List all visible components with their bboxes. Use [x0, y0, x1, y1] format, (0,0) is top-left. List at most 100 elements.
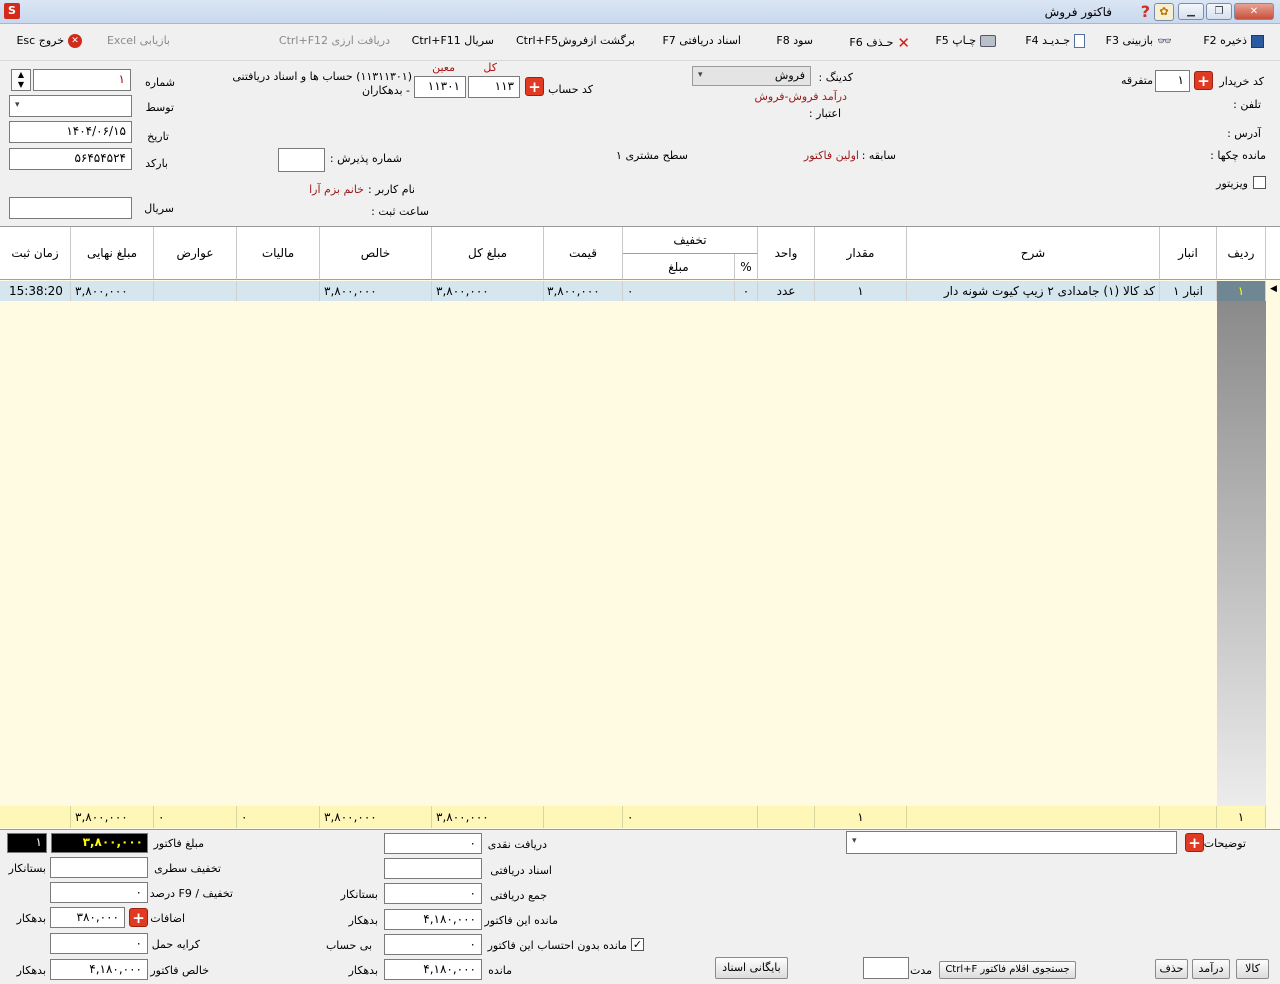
- print-button[interactable]: چـاپ F5: [935, 34, 996, 47]
- cell-warehouse[interactable]: انبار ۱: [1160, 281, 1217, 301]
- line-discount-field[interactable]: [50, 857, 148, 878]
- col-header-unit[interactable]: واحد: [758, 227, 815, 280]
- col-header-discount-percent[interactable]: %: [735, 254, 758, 280]
- cell-net[interactable]: ۳,۸۰۰,۰۰۰: [320, 281, 432, 301]
- coding-select[interactable]: فروش ▾: [692, 66, 811, 86]
- history-value: اولین فاکتور: [803, 149, 859, 162]
- number-field[interactable]: ۱: [33, 69, 131, 91]
- col-header-time[interactable]: زمان ثبت: [0, 227, 71, 280]
- maximize-button[interactable]: ❐: [1206, 3, 1232, 20]
- duration-field[interactable]: [863, 957, 909, 979]
- moin-label: معین: [432, 61, 455, 74]
- net-invoice-field: ۴,۱۸۰,۰۰۰: [50, 959, 148, 980]
- buyer-code-field[interactable]: ۱: [1155, 70, 1190, 92]
- settings-icon[interactable]: ✿: [1154, 3, 1174, 21]
- serial-button[interactable]: سریال Ctrl+F11: [412, 34, 494, 47]
- cell-quantity[interactable]: ۱: [815, 281, 907, 301]
- freight-field[interactable]: ۰: [50, 933, 148, 954]
- col-header-discount-amount[interactable]: مبلغ: [623, 254, 735, 280]
- invoice-amount-label: مبلغ فاکتور: [153, 837, 204, 850]
- balance-excl-field: ۰: [384, 934, 482, 955]
- item-count-field: ۱: [7, 833, 47, 853]
- serial-label: سریال: [144, 202, 174, 215]
- row-indicator-column: [1217, 301, 1266, 806]
- add-account-button[interactable]: +: [525, 77, 544, 96]
- additions-side: بدهکار: [16, 912, 46, 925]
- percent-discount-field[interactable]: ۰: [50, 882, 148, 903]
- duration-label: مدت: [909, 964, 932, 977]
- col-header-total[interactable]: مبلغ کل: [432, 227, 544, 280]
- serial-field[interactable]: [9, 197, 132, 219]
- cell-row[interactable]: ۱: [1217, 281, 1266, 301]
- date-field[interactable]: ۱۴۰۴/۰۶/۱۵: [9, 121, 132, 143]
- col-header-duties[interactable]: عوارض: [154, 227, 237, 280]
- col-header-net[interactable]: خالص: [320, 227, 432, 280]
- save-icon: [1251, 34, 1264, 48]
- add-notes-button[interactable]: +: [1185, 833, 1204, 852]
- delete-line-button[interactable]: حذف: [1155, 959, 1188, 979]
- search-items-button[interactable]: جستجوی اقلام فاکتور Ctrl+F: [939, 961, 1076, 979]
- archive-documents-button[interactable]: بایگانی اسناد: [715, 957, 788, 979]
- close-button[interactable]: ✕: [1234, 3, 1274, 20]
- profit-button[interactable]: سود F8: [776, 34, 813, 47]
- moin-field[interactable]: ۱۱۳۰۱: [414, 76, 466, 98]
- currency-button[interactable]: دریافت ارزی Ctrl+F12: [279, 34, 390, 47]
- minimize-button[interactable]: ▁: [1178, 3, 1204, 20]
- col-header-row[interactable]: ردیف: [1217, 227, 1266, 280]
- cash-field[interactable]: ۰: [384, 833, 482, 854]
- goods-button[interactable]: کالا: [1236, 959, 1269, 979]
- cell-discount-percent[interactable]: ۰: [735, 281, 758, 301]
- cell-final-amount[interactable]: ۳,۸۰۰,۰۰۰: [71, 281, 154, 301]
- add-additions-button[interactable]: +: [129, 908, 148, 927]
- cash-label: دریافت نقدی: [487, 838, 547, 851]
- chevron-down-icon: ▾: [852, 836, 857, 846]
- reception-number-field[interactable]: [278, 148, 325, 172]
- col-header-warehouse[interactable]: انبار: [1160, 227, 1217, 280]
- footer-tax: ۰: [237, 806, 320, 828]
- col-header-description[interactable]: شرح: [907, 227, 1160, 280]
- cell-unit[interactable]: عدد: [758, 281, 815, 301]
- balance-excl-checkbox[interactable]: ✓: [631, 938, 644, 951]
- balance-this-field: ۴,۱۸۰,۰۰۰: [384, 909, 482, 930]
- barcode-field[interactable]: ۵۶۴۵۴۵۲۴: [9, 148, 132, 170]
- balance-this-side: بدهکار: [348, 914, 378, 927]
- additions-field[interactable]: ۳۸۰,۰۰۰: [50, 907, 125, 928]
- coding-label: کدینگ :: [818, 71, 853, 84]
- items-grid: ردیف انبار شرح مقدار واحد تخفیف % مبلغ ق…: [0, 226, 1280, 830]
- net-invoice-label: خالص فاکتور: [150, 964, 209, 977]
- excel-button[interactable]: بازیابی Excel: [107, 34, 170, 47]
- cell-total[interactable]: ۳,۸۰۰,۰۰۰: [432, 281, 544, 301]
- cell-tax[interactable]: [237, 281, 320, 301]
- new-button[interactable]: جـدیـد F4: [1025, 34, 1085, 48]
- cell-description[interactable]: کد کالا (۱) جامدادی ۲ زیپ کیوت شونه دار: [907, 281, 1160, 301]
- cell-price[interactable]: ۳,۸۰۰,۰۰۰: [544, 281, 623, 301]
- notes-select[interactable]: ▾: [846, 831, 1177, 854]
- col-header-quantity[interactable]: مقدار: [815, 227, 907, 280]
- save-button[interactable]: ذخیره F2: [1203, 34, 1264, 48]
- help-icon[interactable]: ?: [1141, 2, 1150, 21]
- add-buyer-button[interactable]: +: [1194, 71, 1213, 90]
- exit-button[interactable]: ✕خروج Esc: [16, 34, 82, 48]
- number-spinner[interactable]: ▲ ▼: [11, 69, 31, 91]
- delete-button[interactable]: ✕حـذف F6: [849, 34, 910, 52]
- exit-icon: ✕: [68, 34, 82, 48]
- percent-discount-label: تخفیف / F9 درصد: [149, 887, 233, 900]
- col-header-tax[interactable]: مالیات: [237, 227, 320, 280]
- view-button[interactable]: 👓بازبینی F3: [1106, 34, 1172, 48]
- col-header-price[interactable]: قیمت: [544, 227, 623, 280]
- cell-duties[interactable]: [154, 281, 237, 301]
- toolbar: ذخیره F2 👓بازبینی F3 جـدیـد F4 چـاپ F5 ✕…: [0, 25, 1280, 61]
- received-docs-label: اسناد دریافتی: [490, 864, 552, 877]
- income-button[interactable]: درآمد: [1192, 959, 1230, 979]
- balance-side: بدهکار: [348, 964, 378, 977]
- current-row-arrow-icon: ◀: [1270, 284, 1277, 294]
- received-docs-button[interactable]: اسناد دریافتی F7: [662, 34, 741, 47]
- cell-discount-amount[interactable]: ۰: [623, 281, 735, 301]
- footer-net: ۳,۸۰۰,۰۰۰: [320, 806, 432, 828]
- visitor-checkbox[interactable]: [1253, 176, 1266, 189]
- cell-time[interactable]: 15:38:20: [0, 281, 71, 301]
- by-select[interactable]: ▾: [9, 95, 132, 117]
- return-sale-button[interactable]: برگشت ازفروشCtrl+F5: [516, 34, 635, 47]
- col-header-final-amount[interactable]: مبلغ نهایی: [71, 227, 154, 280]
- kol-field[interactable]: ۱۱۳: [468, 76, 520, 98]
